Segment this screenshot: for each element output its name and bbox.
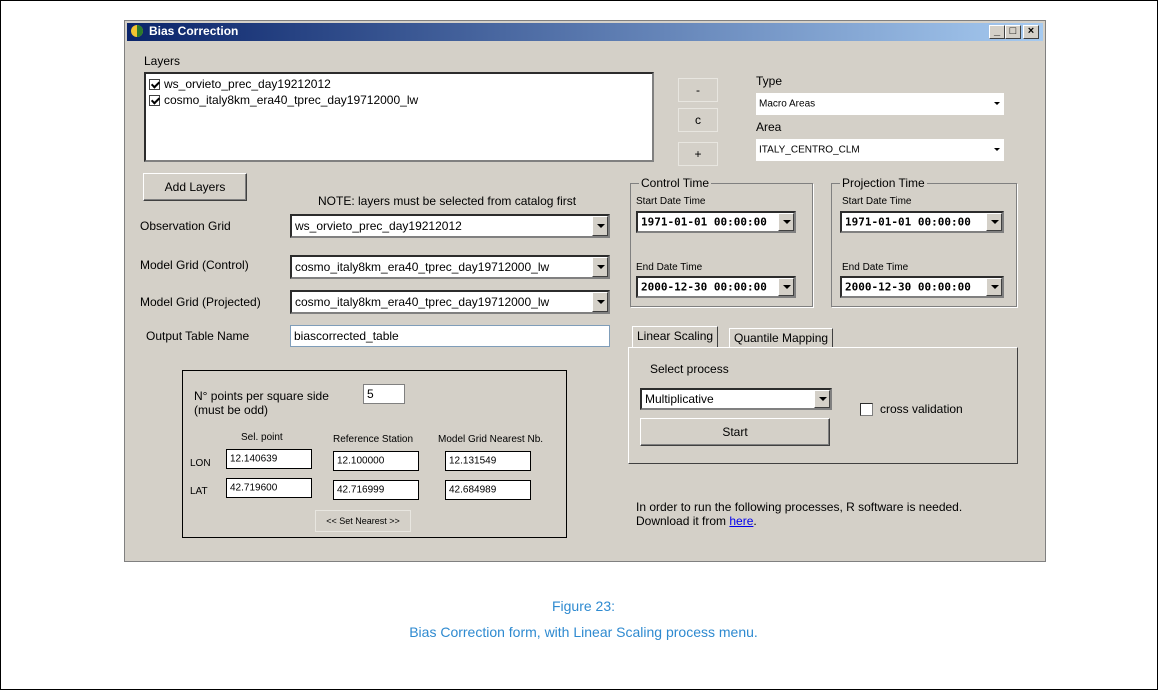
observation-grid-label: Observation Grid [140, 219, 231, 233]
chevron-down-icon[interactable] [986, 278, 1002, 296]
points-per-side-value: 5 [367, 387, 374, 401]
projection-start-datetime[interactable]: 1971-01-01 00:00:00 [840, 211, 1004, 233]
chevron-down-icon[interactable] [778, 213, 794, 231]
clear-layers-button[interactable]: c [678, 108, 718, 132]
chevron-down-icon[interactable] [988, 93, 1004, 115]
layer-checkbox[interactable] [149, 78, 160, 90]
select-process-label: Select process [650, 362, 729, 376]
model-projected-value: cosmo_italy8km_era40_tprec_day19712000_l… [295, 295, 550, 309]
start-button[interactable]: Start [640, 418, 830, 446]
minimize-button[interactable]: _ [989, 25, 1005, 39]
observation-grid-select[interactable]: ws_orvieto_prec_day19212012 [290, 214, 610, 238]
lon-ref-input[interactable]: 12.100000 [333, 451, 419, 471]
layer-item[interactable]: cosmo_italy8km_era40_tprec_day19712000_l… [149, 93, 418, 107]
download-r-link[interactable]: here [729, 514, 753, 528]
type-value: Macro Areas [759, 98, 816, 110]
type-select[interactable]: Macro Areas [756, 93, 1004, 115]
projection-end-label: End Date Time [842, 262, 909, 273]
observation-grid-value: ws_orvieto_prec_day19212012 [295, 219, 462, 233]
col-model-nearest: Model Grid Nearest Nb. [438, 434, 544, 445]
r-software-note: In order to run the following processes,… [636, 500, 1016, 528]
chevron-down-icon[interactable] [778, 278, 794, 296]
model-control-value: cosmo_italy8km_era40_tprec_day19712000_l… [295, 260, 550, 274]
lon-model-value: 12.131549 [449, 455, 497, 467]
output-table-input[interactable]: biascorrected_table [290, 325, 610, 347]
lat-model-value: 42.684989 [449, 484, 497, 496]
app-icon [131, 25, 143, 37]
chevron-down-icon[interactable] [814, 390, 830, 408]
chevron-down-icon[interactable] [592, 216, 608, 236]
model-control-label: Model Grid (Control) [140, 258, 249, 272]
lat-ref-input[interactable]: 42.716999 [333, 480, 419, 500]
layers-listbox[interactable]: ws_orvieto_prec_day19212012 cosmo_italy8… [144, 72, 654, 162]
r-note-text: In order to run the following processes,… [636, 500, 963, 528]
lon-label: LON [190, 458, 211, 469]
window-title: Bias Correction [149, 24, 239, 38]
lat-sel-value: 42.719600 [230, 482, 278, 494]
set-nearest-button[interactable]: << Set Nearest >> [315, 510, 411, 532]
lon-model-input[interactable]: 12.131549 [445, 451, 531, 471]
projection-time-title: Projection Time [840, 176, 927, 190]
col-sel-point: Sel. point [241, 432, 283, 443]
area-value: ITALY_CENTRO_CLM [759, 144, 860, 156]
layers-label: Layers [144, 54, 181, 68]
cross-validation-checkbox[interactable] [860, 403, 873, 416]
chevron-down-icon[interactable] [988, 139, 1004, 161]
type-label: Type [756, 74, 783, 88]
model-projected-select[interactable]: cosmo_italy8km_era40_tprec_day19712000_l… [290, 290, 610, 314]
tab-linear-scaling[interactable]: Linear Scaling [632, 326, 719, 348]
area-select[interactable]: ITALY_CENTRO_CLM [756, 139, 1004, 161]
maximize-button[interactable]: □ [1005, 25, 1021, 39]
lat-ref-value: 42.716999 [337, 484, 385, 496]
remove-layer-button[interactable]: - [678, 78, 718, 102]
layers-note: NOTE: layers must be selected from catal… [318, 194, 577, 208]
points-per-side-input[interactable]: 5 [363, 384, 405, 404]
layer-item[interactable]: ws_orvieto_prec_day19212012 [149, 77, 331, 91]
chevron-down-icon[interactable] [592, 292, 608, 312]
projection-end-value: 2000-12-30 00:00:00 [845, 280, 971, 294]
points-label: N° points per square side [194, 389, 329, 403]
control-start-label: Start Date Time [636, 196, 706, 207]
add-layers-button[interactable]: Add Layers [143, 173, 247, 201]
projection-end-datetime[interactable]: 2000-12-30 00:00:00 [840, 276, 1004, 298]
lon-sel-input[interactable]: 12.140639 [226, 449, 312, 469]
close-button[interactable]: × [1023, 25, 1039, 39]
lat-sel-input[interactable]: 42.719600 [226, 478, 312, 498]
process-value: Multiplicative [645, 392, 714, 406]
cross-validation-label: cross validation [880, 402, 963, 416]
control-start-datetime[interactable]: 1971-01-01 00:00:00 [636, 211, 796, 233]
control-end-label: End Date Time [636, 262, 703, 273]
control-end-value: 2000-12-30 00:00:00 [641, 280, 767, 294]
chevron-down-icon[interactable] [592, 257, 608, 277]
add-layer-button[interactable]: + [678, 142, 718, 166]
figure-number: Figure 23: [551, 598, 616, 614]
layer-name: ws_orvieto_prec_day19212012 [164, 77, 331, 91]
control-end-datetime[interactable]: 2000-12-30 00:00:00 [636, 276, 796, 298]
lat-label: LAT [190, 486, 208, 497]
area-label: Area [756, 120, 782, 134]
process-select[interactable]: Multiplicative [640, 388, 832, 410]
output-table-label: Output Table Name [146, 329, 250, 343]
control-start-value: 1971-01-01 00:00:00 [641, 215, 767, 229]
output-table-value: biascorrected_table [294, 329, 399, 343]
layer-checkbox[interactable] [149, 94, 160, 106]
points-hint: (must be odd) [194, 403, 269, 417]
model-projected-label: Model Grid (Projected) [140, 295, 261, 309]
lat-model-input[interactable]: 42.684989 [445, 480, 531, 500]
control-time-title: Control Time [639, 176, 712, 190]
projection-start-value: 1971-01-01 00:00:00 [845, 215, 971, 229]
projection-start-label: Start Date Time [842, 196, 912, 207]
model-control-select[interactable]: cosmo_italy8km_era40_tprec_day19712000_l… [290, 255, 610, 279]
chevron-down-icon[interactable] [986, 213, 1002, 231]
r-note-end: . [753, 514, 757, 528]
figure-caption: Bias Correction form, with Linear Scalin… [409, 624, 758, 640]
title-bar: Bias Correction _ □ × [127, 23, 1043, 41]
tab-quantile-mapping[interactable]: Quantile Mapping [729, 328, 834, 348]
lon-sel-value: 12.140639 [230, 453, 278, 465]
lon-ref-value: 12.100000 [337, 455, 385, 467]
layer-name: cosmo_italy8km_era40_tprec_day19712000_l… [164, 93, 419, 107]
col-reference-station: Reference Station [333, 434, 414, 445]
